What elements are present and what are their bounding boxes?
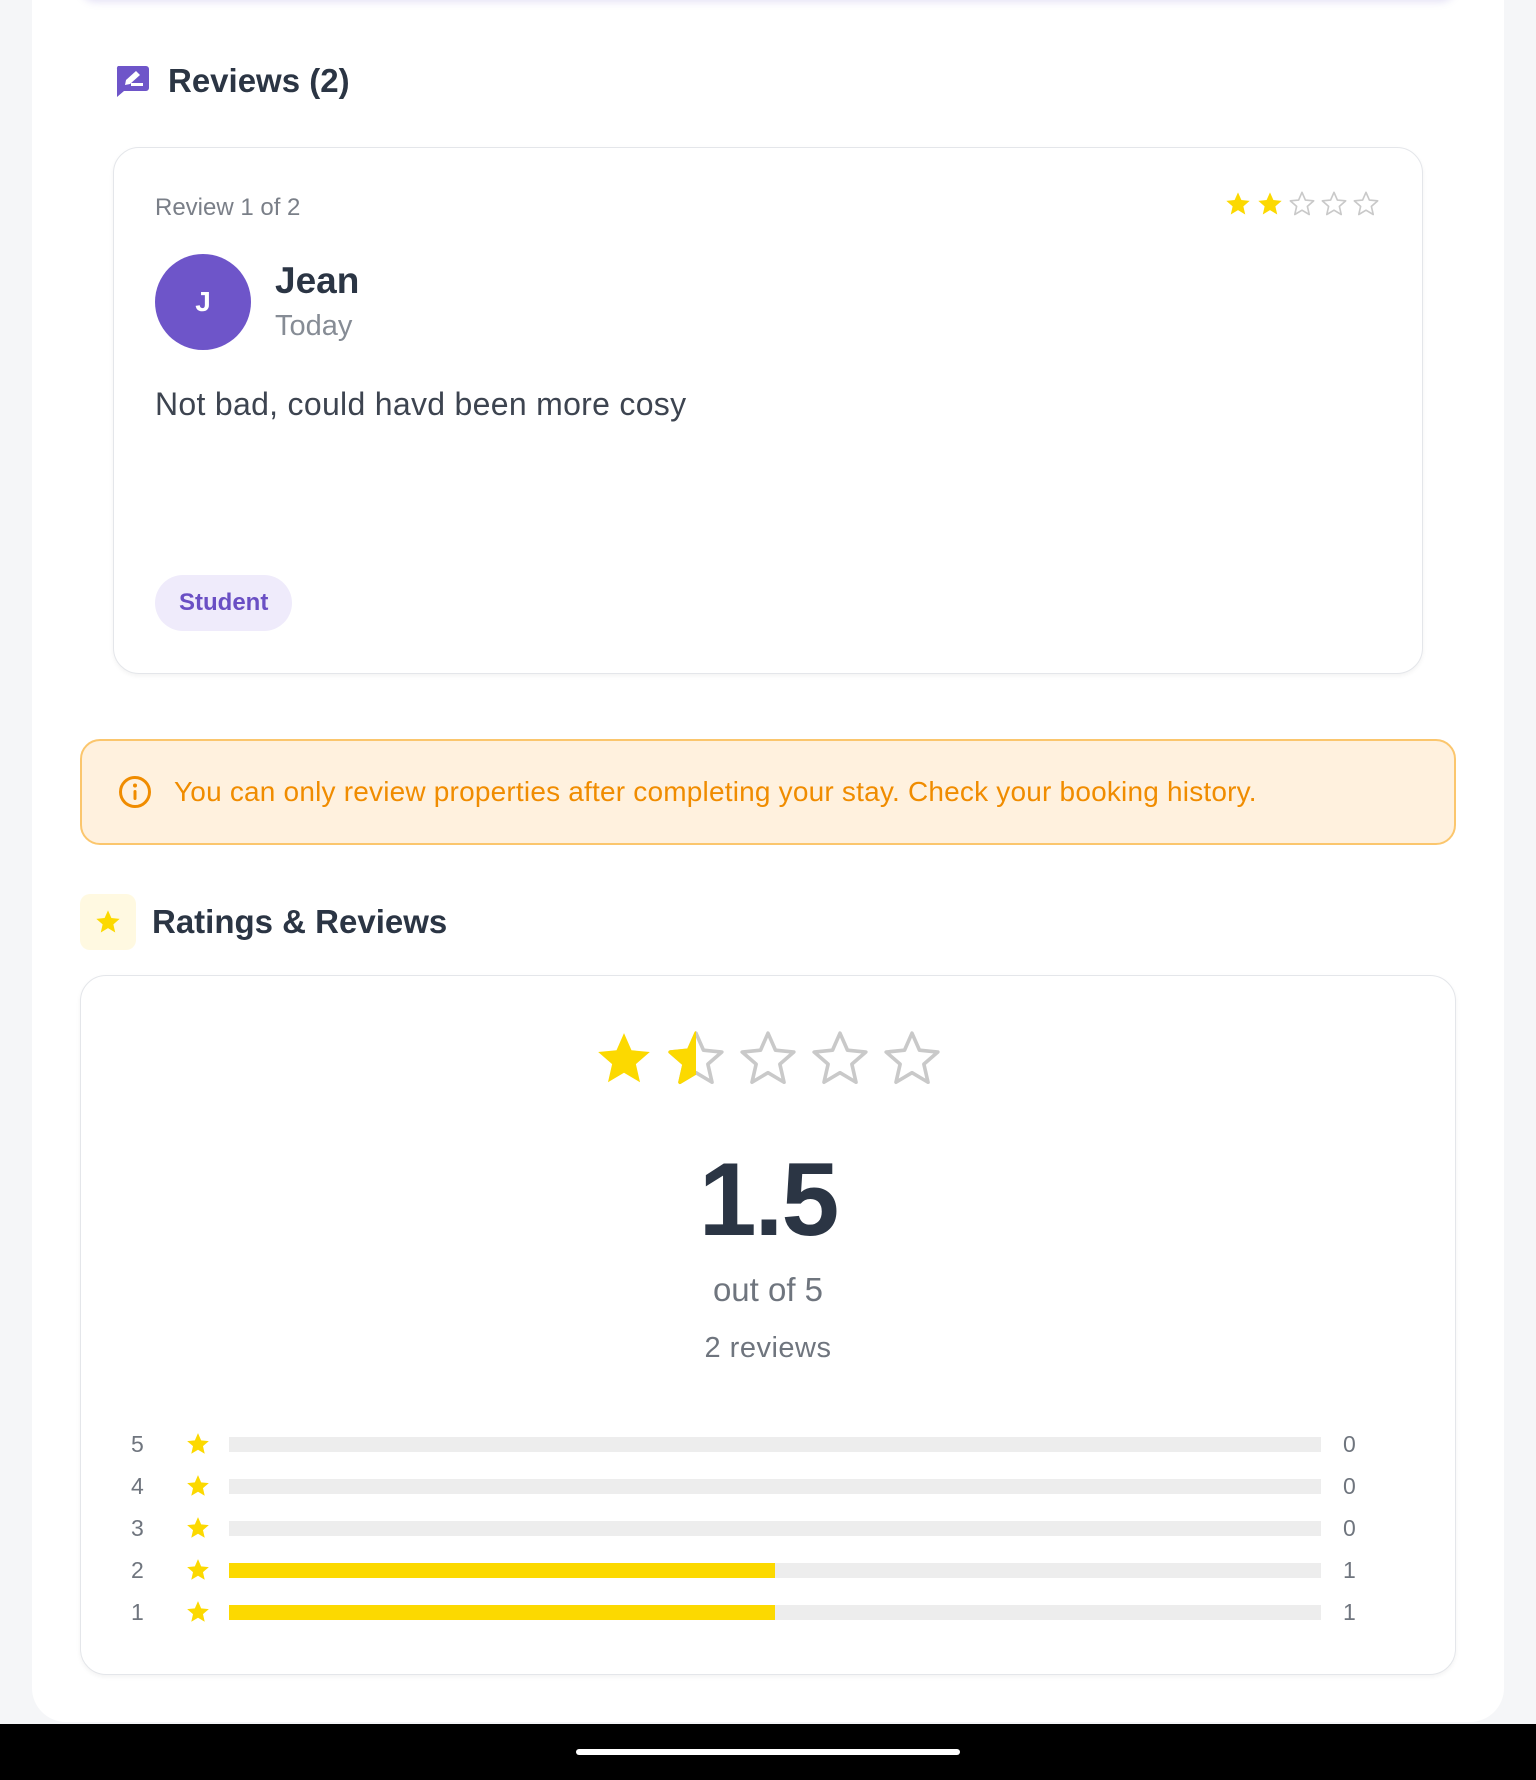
ratings-title: Ratings & Reviews (152, 903, 448, 940)
distribution-bar (229, 1520, 1321, 1536)
reviewer-tag: Student (155, 575, 293, 631)
review-card: Review 1 of 2 J Jean Today Not bad, coul… (113, 147, 1423, 674)
distribution-bar (229, 1604, 1321, 1620)
star-icon (1258, 192, 1282, 215)
star-icon (1321, 191, 1347, 216)
page: Reviews (2) Review 1 of 2 J Jean Today N… (0, 0, 1536, 1780)
distribution-count: 1 (1343, 1598, 1356, 1625)
review-total: 2 reviews (704, 1332, 832, 1364)
star-icon (1353, 191, 1379, 216)
star-icon (187, 1559, 209, 1580)
distribution-bar (229, 1436, 1321, 1452)
review-star-rating (1224, 190, 1380, 218)
distribution-bar-fill (229, 1604, 775, 1620)
rating-distribution: 5 0 4 0 3 0 2 1 1 1 (131, 1423, 1421, 1633)
review-edit-icon (114, 64, 150, 98)
review-text: Not bad, could havd been more cosy (155, 386, 687, 422)
distribution-bar (229, 1478, 1321, 1494)
star-icon (187, 1433, 209, 1454)
star-icon (668, 1031, 724, 1085)
review-eligibility-alert: You can only review properties after com… (80, 739, 1456, 845)
star-icon (812, 1031, 868, 1085)
distribution-count: 0 (1343, 1472, 1356, 1499)
distribution-star-label: 1 (131, 1598, 144, 1625)
alert-text: You can only review properties after com… (174, 776, 1257, 807)
distribution-star-label: 3 (131, 1514, 144, 1541)
distribution-row: 1 1 (131, 1591, 1421, 1633)
distribution-star-label: 2 (131, 1556, 144, 1583)
review-date: Today (275, 310, 353, 342)
info-circle-icon (118, 775, 152, 809)
star-icon (884, 1031, 940, 1085)
distribution-star-label: 5 (131, 1430, 144, 1457)
reviews-title: Reviews (2) (168, 62, 350, 99)
star-icon (80, 894, 136, 950)
distribution-row: 3 0 (131, 1507, 1421, 1549)
avatar: J (155, 254, 251, 350)
star-icon (1226, 192, 1250, 215)
average-rating-value: 1.5 (698, 1142, 840, 1258)
distribution-row: 5 0 (131, 1423, 1421, 1465)
reviews-header: Reviews (2) (114, 62, 350, 100)
review-counter: Review 1 of 2 (155, 194, 301, 221)
star-icon (1289, 191, 1315, 216)
home-indicator[interactable] (576, 1749, 960, 1755)
ratings-summary-card: 1.5 out of 5 2 reviews 5 0 4 0 3 0 2 1 1 (80, 975, 1456, 1675)
reviewer-name: Jean (275, 260, 360, 301)
distribution-star-label: 4 (131, 1472, 144, 1499)
distribution-row: 4 0 (131, 1465, 1421, 1507)
distribution-row: 2 1 (131, 1549, 1421, 1591)
distribution-bar (229, 1562, 1321, 1578)
average-star-rating (81, 1028, 1455, 1090)
star-icon (187, 1475, 209, 1496)
distribution-count: 0 (1343, 1430, 1356, 1457)
star-icon (740, 1031, 796, 1085)
star-icon (187, 1517, 209, 1538)
rating-scale-label: out of 5 (712, 1271, 824, 1308)
star-icon (187, 1601, 209, 1622)
distribution-count: 1 (1343, 1556, 1356, 1583)
system-navigation-bar (0, 1724, 1536, 1780)
ratings-header: Ratings & Reviews (80, 894, 447, 950)
distribution-count: 0 (1343, 1514, 1356, 1541)
star-icon (598, 1033, 650, 1083)
distribution-bar-fill (229, 1562, 775, 1578)
